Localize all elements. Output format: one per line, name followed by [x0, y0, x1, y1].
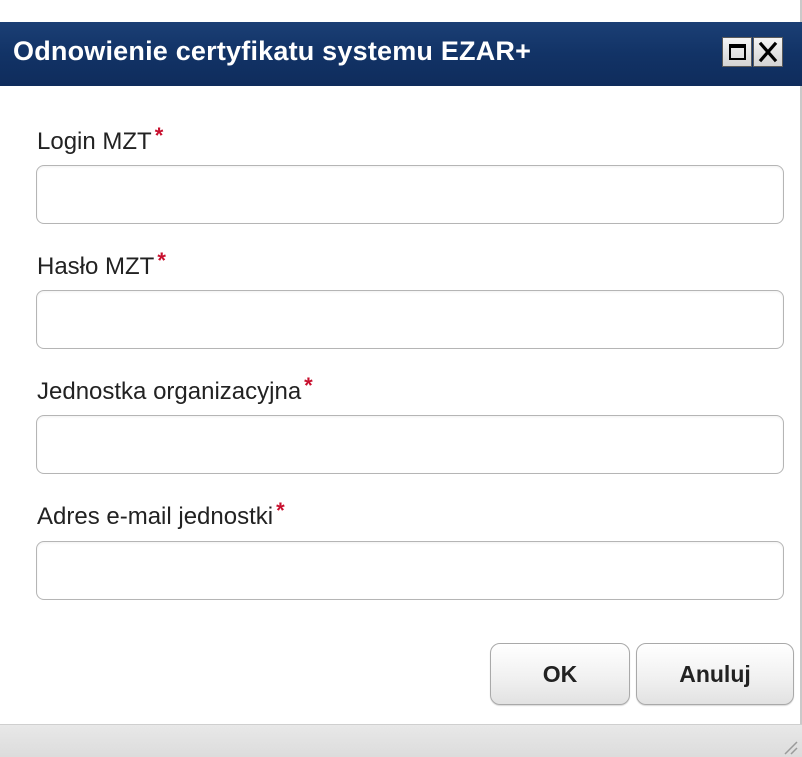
password-label: Hasło MZT * [37, 248, 166, 281]
login-label-text: Login MZT [37, 128, 152, 155]
dialog-titlebar[interactable]: Odnowienie certyfikatu systemu EZAR+ [0, 22, 802, 86]
required-marker: * [157, 248, 166, 273]
login-label: Login MZT * [37, 123, 163, 156]
organization-unit-label: Jednostka organizacyjna * [37, 373, 313, 406]
cancel-button[interactable]: Anuluj [636, 643, 794, 705]
unit-email-input[interactable] [36, 541, 784, 600]
required-marker: * [304, 373, 313, 398]
required-marker: * [276, 498, 285, 523]
unit-email-label-text: Adres e-mail jednostki [37, 503, 274, 530]
dialog-footer [0, 724, 802, 757]
close-icon [758, 41, 778, 63]
password-label-text: Hasło MZT [37, 253, 155, 280]
close-button[interactable] [753, 37, 783, 67]
maximize-button[interactable] [722, 37, 752, 67]
unit-email-label: Adres e-mail jednostki * [37, 498, 285, 531]
organization-unit-label-text: Jednostka organizacyjna [37, 378, 302, 405]
certificate-renewal-dialog: Odnowienie certyfikatu systemu EZAR+ Log… [0, 0, 802, 757]
maximize-icon [729, 44, 746, 60]
dialog-title: Odnowienie certyfikatu systemu EZAR+ [13, 36, 532, 66]
ok-button[interactable]: OK [490, 643, 630, 705]
password-input[interactable] [36, 290, 784, 349]
required-marker: * [154, 123, 164, 148]
login-input[interactable] [36, 165, 784, 224]
organization-unit-input[interactable] [36, 415, 784, 474]
resize-grip-icon[interactable] [776, 733, 798, 755]
